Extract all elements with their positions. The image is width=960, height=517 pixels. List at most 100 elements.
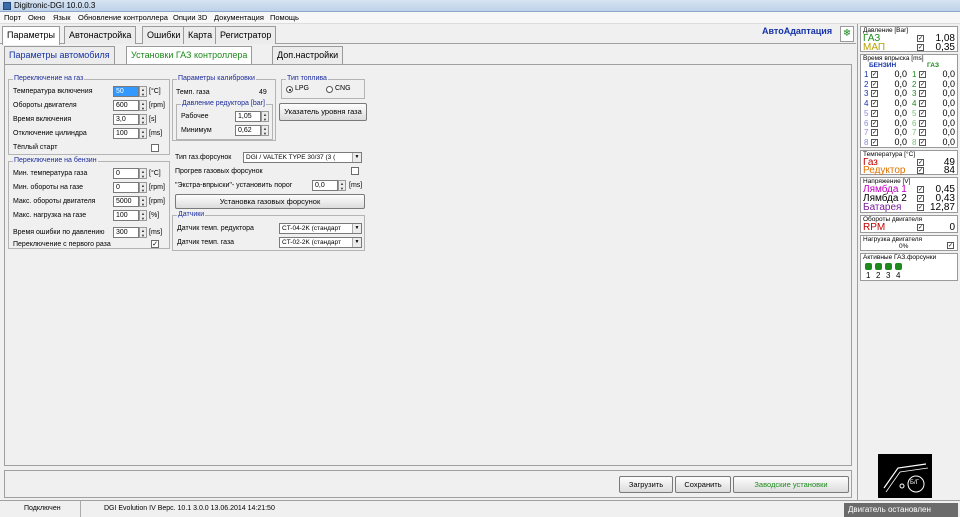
petrol-injector-checkbox[interactable]: ✓ <box>871 129 878 137</box>
chevron-down-icon[interactable]: ▼ <box>352 238 361 247</box>
battery-checkbox[interactable]: ✓ <box>917 204 924 211</box>
menu-port[interactable]: Порт <box>4 13 21 22</box>
install-injectors-button[interactable]: Установка газовых форсунок <box>175 194 365 209</box>
sensors-group: Датчики Датчик темп. редуктора CT-04-2K … <box>172 211 365 251</box>
petrol-injector-number: 3 <box>864 89 869 99</box>
min-rpm-unit: [rpm] <box>149 184 165 191</box>
petrol-injector-checkbox[interactable]: ✓ <box>871 119 878 127</box>
main-tabs: Параметры Автонастройка Ошибки Карта Рег… <box>0 24 856 45</box>
max-load-spinner[interactable]: ▲ ▼ <box>139 210 147 221</box>
leaf-icon[interactable]: ❄ <box>840 26 854 42</box>
tab-recorder[interactable]: Регистратор <box>215 26 277 44</box>
temp-input[interactable]: 50 <box>113 86 139 97</box>
tab-autotune[interactable]: Автонастройка <box>64 26 137 44</box>
right-monitor-panel: Давление [Bar] ГАЗ ✓ 1,08 МАП ✓ 0,35 Вре… <box>857 24 960 500</box>
min-rpm-input[interactable]: 0 <box>113 182 139 193</box>
menu-update-controller[interactable]: Обновление контроллера <box>78 13 168 22</box>
max-rpm-unit: [rpm] <box>149 198 165 205</box>
gas-injection-value: 0,0 <box>942 127 955 138</box>
gas-injector-checkbox[interactable]: ✓ <box>919 90 926 98</box>
menu-window[interactable]: Окно <box>28 13 45 22</box>
save-button[interactable]: Сохранить <box>675 476 731 493</box>
gas-injector-checkbox[interactable]: ✓ <box>919 129 926 137</box>
tab-map[interactable]: Карта <box>183 26 218 44</box>
gas-sensor-dropdown[interactable]: CT-02-2K (стандарт ▼ <box>279 237 362 248</box>
temperature-section: Температура [°C] Газ ✓ 49 Редуктор ✓ 84 <box>860 150 958 176</box>
gas-pressure-checkbox[interactable]: ✓ <box>917 35 924 42</box>
menu-language[interactable]: Язык <box>53 13 71 22</box>
chevron-down-icon[interactable]: ▼ <box>352 224 361 233</box>
cyl-spinner[interactable]: ▲ ▼ <box>139 128 147 139</box>
gas-injector-checkbox[interactable]: ✓ <box>919 119 926 127</box>
gas-injector-checkbox[interactable]: ✓ <box>919 80 926 88</box>
lpg-radio[interactable] <box>286 86 293 93</box>
temp-gas-checkbox[interactable]: ✓ <box>917 159 924 166</box>
menu-documentation[interactable]: Документация <box>214 13 264 22</box>
min-temp-input[interactable]: 0 <box>113 168 139 179</box>
gas-temp-label: Темп. газа <box>176 89 210 96</box>
time-spinner[interactable]: ▲ ▼ <box>139 114 147 125</box>
status-divider <box>80 501 81 517</box>
min-pressure-spinner[interactable]: ▲ ▼ <box>261 125 269 136</box>
preheat-checkbox[interactable] <box>351 167 359 175</box>
map-pressure-checkbox[interactable]: ✓ <box>917 44 924 51</box>
chevron-down-icon[interactable]: ▼ <box>352 153 361 162</box>
rpm-label: RPM <box>863 222 886 233</box>
min-pressure-input[interactable]: 0,62 <box>235 125 261 136</box>
reducer-sensor-label: Датчик темп. редуктора <box>177 225 254 232</box>
tab-vehicle-parameters[interactable]: Параметры автомобиля <box>4 46 115 64</box>
error-time-spinner[interactable]: ▲ ▼ <box>139 227 147 238</box>
factory-settings-button[interactable]: Заводские установки <box>733 476 849 493</box>
extra-injections-spinner[interactable]: ▲ ▼ <box>338 180 346 191</box>
engine-load-checkbox[interactable]: ✓ <box>947 242 954 249</box>
menu-help[interactable]: Помощь <box>270 13 299 22</box>
cyl-input[interactable]: 100 <box>113 128 139 139</box>
temp-reducer-checkbox[interactable]: ✓ <box>917 167 924 174</box>
gas-level-button[interactable]: Указатель уровня газа <box>279 103 367 121</box>
lpg-label: LPG <box>295 85 310 92</box>
min-rpm-spinner[interactable]: ▲ ▼ <box>139 182 147 193</box>
max-load-input[interactable]: 100 <box>113 210 139 221</box>
reducer-sensor-dropdown[interactable]: CT-04-2K (стандарт ▼ <box>279 223 362 234</box>
injector-type-dropdown[interactable]: DGI / VALTEK TYPE 30/37 (3 ( ▼ <box>243 152 362 163</box>
tab-additional-settings[interactable]: Доп.настройки <box>272 46 344 64</box>
petrol-injector-checkbox[interactable]: ✓ <box>871 90 878 98</box>
menu-bar: Порт Окно Язык Обновление контроллера Оп… <box>0 12 960 24</box>
work-pressure-spinner[interactable]: ▲ ▼ <box>261 111 269 122</box>
gas-injector-checkbox[interactable]: ✓ <box>919 109 926 117</box>
petrol-injector-checkbox[interactable]: ✓ <box>871 71 878 78</box>
work-pressure-input[interactable]: 1,05 <box>235 111 261 122</box>
switch-petrol-group: Переключение на бензин Мин. температура … <box>8 157 170 249</box>
time-input[interactable]: 3,0 <box>113 114 139 125</box>
tab-errors[interactable]: Ошибки <box>142 26 186 44</box>
max-rpm-input[interactable]: 5000 <box>113 196 139 207</box>
menu-options-3d[interactable]: Опции 3D <box>173 13 207 22</box>
max-rpm-spinner[interactable]: ▲ ▼ <box>139 196 147 207</box>
petrol-injector-checkbox[interactable]: ✓ <box>871 100 878 108</box>
min-temp-spinner[interactable]: ▲ ▼ <box>139 168 147 179</box>
rpm-checkbox[interactable]: ✓ <box>917 224 924 231</box>
rpm-spinner[interactable]: ▲ ▼ <box>139 100 147 111</box>
lambda2-checkbox[interactable]: ✓ <box>917 195 924 202</box>
auto-adaptation-link[interactable]: АвтоАдаптация <box>762 26 832 36</box>
petrol-injector-checkbox[interactable]: ✓ <box>871 80 878 88</box>
tab-parameters[interactable]: Параметры <box>2 26 60 45</box>
tab-gas-controller-settings[interactable]: Установки ГАЗ контроллера <box>126 46 253 65</box>
gas-injector-checkbox[interactable]: ✓ <box>919 100 926 108</box>
active-injectors-title: Активные ГАЗ.форсунки <box>863 254 937 261</box>
first-gear-checkbox[interactable]: ✓ <box>151 240 159 248</box>
error-time-input[interactable]: 300 <box>113 227 139 238</box>
gas-injector-checkbox[interactable]: ✓ <box>919 71 926 78</box>
petrol-injector-checkbox[interactable]: ✓ <box>871 138 878 146</box>
extra-injections-input[interactable]: 0,0 <box>312 180 338 191</box>
temp-spinner[interactable]: ▲ ▼ <box>139 86 147 97</box>
load-button[interactable]: Загрузить <box>619 476 673 493</box>
rpm-input[interactable]: 600 <box>113 100 139 111</box>
cng-radio[interactable] <box>326 86 333 93</box>
petrol-injector-checkbox[interactable]: ✓ <box>871 109 878 117</box>
petrol-injection-value: 0,0 <box>894 117 907 128</box>
gas-injection-value: 0,0 <box>942 78 955 89</box>
warm-start-checkbox[interactable] <box>151 144 159 152</box>
lambda1-checkbox[interactable]: ✓ <box>917 186 924 193</box>
gas-injector-checkbox[interactable]: ✓ <box>919 138 926 146</box>
